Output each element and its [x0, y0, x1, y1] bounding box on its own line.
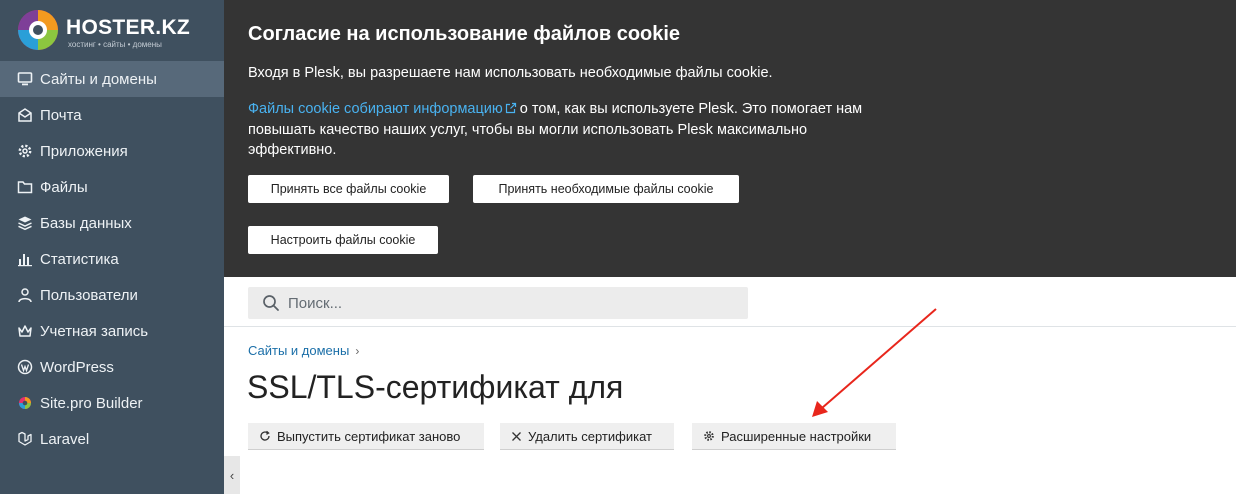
brand-subtitle: хостинг • сайты • домены: [68, 40, 162, 49]
hoster-logo-icon: [18, 10, 58, 50]
search-bar: [224, 277, 1236, 327]
sidebar-item-mail[interactable]: Почта: [0, 97, 224, 133]
sidebar-item-label: Почта: [40, 106, 82, 124]
advanced-settings-button[interactable]: Расширенные настройки: [692, 423, 896, 450]
sidebar-item-label: Файлы: [40, 178, 88, 196]
search-icon: [263, 295, 279, 311]
chevron-left-icon: ‹: [229, 467, 235, 483]
sidebar-item-applications[interactable]: Приложения: [0, 133, 224, 169]
brand-logo[interactable]: HOSTER.KZ хостинг • сайты • домены: [14, 6, 214, 54]
sidebar-item-label: Базы данных: [40, 214, 132, 232]
sidebar-item-wordpress[interactable]: WordPress: [0, 349, 224, 385]
accept-all-cookies-button[interactable]: Принять все файлы cookie: [248, 175, 449, 203]
close-icon: [511, 431, 522, 442]
sidebar-item-databases[interactable]: Базы данных: [0, 205, 224, 241]
sidebar-item-label: Статистика: [40, 250, 119, 268]
database-icon: [16, 214, 34, 232]
cookie-info-paragraph: Файлы cookie собирают информацию о том, к…: [248, 99, 898, 161]
sidebar-item-label: Laravel: [40, 430, 90, 448]
sidebar-item-statistics[interactable]: Статистика: [0, 241, 224, 277]
sidebar-item-account[interactable]: Учетная запись: [0, 313, 224, 349]
sidebar-item-files[interactable]: Файлы: [0, 169, 224, 205]
breadcrumb: Сайты и домены ›: [248, 343, 359, 358]
laravel-icon: [16, 430, 34, 448]
sidebar-item-sitepro-builder[interactable]: Site.pro Builder: [0, 385, 224, 421]
reissue-certificate-button[interactable]: Выпустить сертификат заново: [248, 423, 484, 450]
folder-icon: [16, 178, 34, 196]
sidebar-item-sites-domains[interactable]: Сайты и домены: [0, 61, 224, 97]
cookie-text: Входя в Plesk, вы разрешаете нам использ…: [248, 65, 773, 81]
search-input[interactable]: [288, 287, 728, 319]
sitepro-icon: [16, 394, 34, 412]
cookie-info-link[interactable]: Файлы cookie собирают информацию: [248, 101, 503, 117]
sidebar-item-label: Учетная запись: [40, 322, 149, 340]
advanced-settings-label: Расширенные настройки: [721, 428, 872, 444]
accept-necessary-cookies-button[interactable]: Принять необходимые файлы cookie: [473, 175, 739, 203]
gear-icon: [703, 430, 715, 442]
mail-icon: [16, 106, 34, 124]
cookie-consent-banner: Согласие на использование файлов cookie …: [224, 0, 1236, 277]
reissue-certificate-label: Выпустить сертификат заново: [277, 428, 461, 444]
sidebar-item-laravel[interactable]: Laravel: [0, 421, 224, 457]
monitor-icon: [16, 70, 34, 88]
sidebar-item-label: Пользователи: [40, 286, 138, 304]
delete-certificate-label: Удалить сертификат: [528, 428, 652, 444]
breadcrumb-separator: ›: [355, 343, 360, 358]
search-box[interactable]: [248, 287, 748, 319]
breadcrumb-link-sites-domains[interactable]: Сайты и домены: [248, 343, 349, 358]
user-icon: [16, 286, 34, 304]
sidebar-item-users[interactable]: Пользователи: [0, 277, 224, 313]
sidebar-item-label: Приложения: [40, 142, 128, 160]
sidebar-item-label: Сайты и домены: [40, 70, 157, 88]
crown-icon: [16, 322, 34, 340]
delete-certificate-button[interactable]: Удалить сертификат: [500, 423, 674, 450]
gear-icon: [16, 142, 34, 160]
sidebar: HOSTER.KZ хостинг • сайты • домены Сайты…: [0, 0, 224, 494]
cookie-title: Согласие на использование файлов cookie: [248, 23, 681, 45]
refresh-icon: [259, 430, 271, 442]
bar-chart-icon: [16, 250, 34, 268]
brand-title: HOSTER.KZ: [66, 16, 191, 39]
sidebar-collapse-toggle[interactable]: ‹: [224, 456, 240, 494]
sidebar-item-label: WordPress: [40, 358, 114, 376]
external-link-icon: [505, 102, 516, 114]
page-title: SSL/TLS-сертификат для: [247, 369, 624, 405]
wordpress-icon: [16, 358, 34, 376]
sidebar-item-label: Site.pro Builder: [40, 394, 143, 412]
configure-cookies-button[interactable]: Настроить файлы cookie: [248, 226, 438, 254]
sidebar-nav: Сайты и домены Почта Приложения Файлы Ба…: [0, 61, 224, 457]
